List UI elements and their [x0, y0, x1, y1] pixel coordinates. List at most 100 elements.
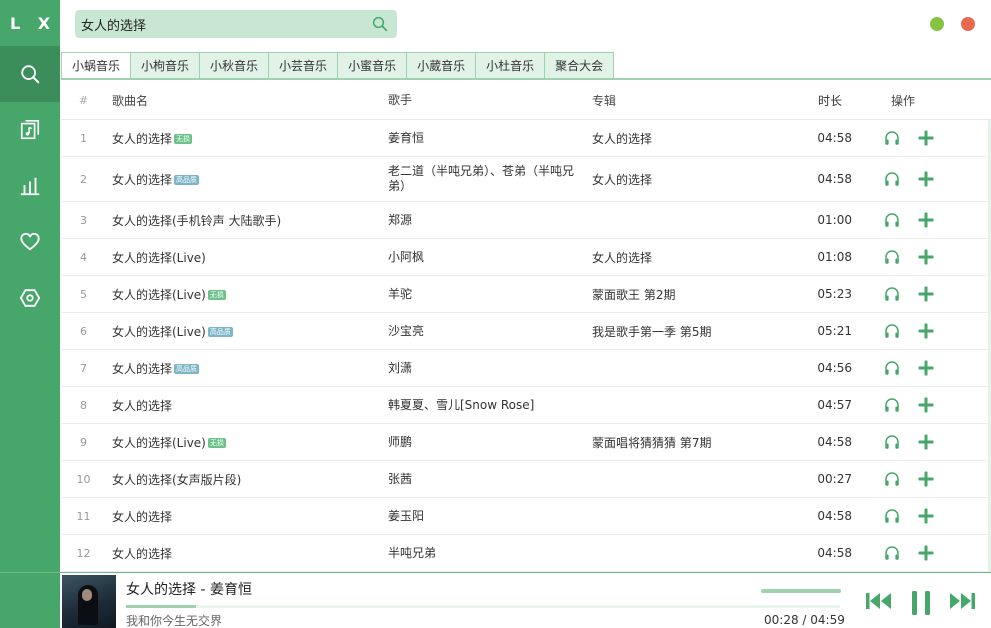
listen-button[interactable]: [882, 169, 902, 189]
song-name: 女人的选择: [112, 131, 173, 146]
prev-button[interactable]: [864, 589, 894, 613]
row-number: 8: [80, 398, 87, 412]
pause-button[interactable]: [906, 589, 936, 617]
song-name: 女人的选择(Live): [112, 287, 206, 302]
row-actions: [862, 506, 991, 526]
add-button[interactable]: [916, 543, 936, 563]
tab-source-4[interactable]: 小芸音乐: [269, 52, 339, 79]
add-button[interactable]: [916, 358, 936, 378]
listen-button[interactable]: [882, 395, 902, 415]
song-name-cell: 女人的选择(Live) 无损: [106, 434, 388, 451]
nav-song-list[interactable]: [0, 102, 60, 158]
listen-button[interactable]: [882, 432, 902, 452]
headphones-icon: [885, 131, 899, 145]
song-name: 女人的选择(Live): [112, 435, 206, 450]
duration: 04:58: [817, 172, 852, 186]
nav-leaderboard[interactable]: [0, 158, 60, 214]
song-name: 女人的选择: [112, 509, 173, 524]
table-row[interactable]: 4 女人的选择(Live) 小阿枫 女人的选择 01:08: [61, 239, 991, 276]
duration: 01:00: [817, 213, 852, 227]
table-row[interactable]: 1 女人的选择 无损 姜育恒 女人的选择 04:58: [61, 120, 991, 157]
progress-fill: [126, 605, 196, 608]
tabs-divider: [61, 78, 991, 80]
table-row[interactable]: 10 女人的选择(女声版片段) 张茜 00:27: [61, 461, 991, 498]
listen-button[interactable]: [882, 469, 902, 489]
row-number: 2: [80, 172, 87, 186]
listen-button[interactable]: [882, 247, 902, 267]
listen-button[interactable]: [882, 210, 902, 230]
source-tabs: 小蜗音乐 小枸音乐 小秋音乐 小芸音乐 小蜜音乐 小葳音乐 小杜音乐 聚合大会: [61, 52, 615, 79]
add-button[interactable]: [916, 210, 936, 230]
song-name-cell: 女人的选择 高品质: [106, 171, 388, 188]
row-actions: [862, 395, 991, 415]
table-row[interactable]: 5 女人的选择(Live) 无损 羊驼 蒙面歌王 第2期 05:23: [61, 276, 991, 313]
headphones-icon: [885, 398, 899, 412]
tab-source-7[interactable]: 小杜音乐: [476, 52, 546, 79]
album-cover[interactable]: [62, 575, 116, 628]
tab-source-3[interactable]: 小秋音乐: [200, 52, 270, 79]
listen-button[interactable]: [882, 358, 902, 378]
nav-search[interactable]: [0, 46, 60, 102]
headphones-icon: [885, 213, 899, 227]
album: 女人的选择: [592, 131, 653, 146]
headphones-icon: [885, 172, 899, 186]
row-actions: [862, 247, 991, 267]
add-button[interactable]: [916, 169, 936, 189]
add-button[interactable]: [916, 247, 936, 267]
now-playing-title: 女人的选择 - 姜育恒: [126, 582, 252, 598]
volume-slider[interactable]: [761, 589, 841, 593]
tab-source-aggregate[interactable]: 聚合大会: [545, 52, 615, 79]
chart-bars-icon: [20, 177, 40, 196]
next-button[interactable]: [947, 589, 977, 613]
table-row[interactable]: 7 女人的选择 高品质 刘潇 04:56: [61, 350, 991, 387]
duration: 04:58: [817, 435, 852, 449]
listen-button[interactable]: [882, 543, 902, 563]
add-button[interactable]: [916, 506, 936, 526]
album: 女人的选择: [592, 172, 653, 187]
headphones-icon: [885, 546, 899, 560]
duration: 05:21: [817, 324, 852, 338]
minimize-button[interactable]: [930, 17, 944, 31]
quality-badge: 无损: [174, 134, 193, 144]
song-name-cell: 女人的选择(Live) 无损: [106, 286, 388, 303]
table-row[interactable]: 3 女人的选择(手机铃声 大陆歌手) 郑源 01:00: [61, 202, 991, 239]
tab-source-6[interactable]: 小葳音乐: [407, 52, 477, 79]
duration: 04:57: [817, 398, 852, 412]
table-header: # 歌曲名 歌手 专辑 时长 操作: [61, 82, 991, 120]
singer: 韩夏夏、雪儿[Snow Rose]: [388, 397, 535, 412]
table-row[interactable]: 9 女人的选择(Live) 无损 师鹏 蒙面唱将猜猜猜 第7期 04:58: [61, 424, 991, 461]
table-row[interactable]: 12 女人的选择 半吨兄弟 04:58: [61, 535, 991, 572]
listen-button[interactable]: [882, 506, 902, 526]
play-time: 00:28 / 04:59: [764, 613, 845, 627]
listen-button[interactable]: [882, 128, 902, 148]
table-row[interactable]: 8 女人的选择 韩夏夏、雪儿[Snow Rose] 04:57: [61, 387, 991, 424]
tab-source-2[interactable]: 小枸音乐: [131, 52, 201, 79]
volume-fill: [761, 589, 841, 593]
add-button[interactable]: [916, 395, 936, 415]
table-row[interactable]: 11 女人的选择 姜玉阳 04:58: [61, 498, 991, 535]
table-row[interactable]: 2 女人的选择 高品质 老二道（半吨兄弟）、苍弟（半吨兄弟） 女人的选择 04:58: [61, 157, 991, 202]
duration: 04:56: [817, 361, 852, 375]
listen-button[interactable]: [882, 284, 902, 304]
add-button[interactable]: [916, 321, 936, 341]
add-button[interactable]: [916, 284, 936, 304]
add-button[interactable]: [916, 128, 936, 148]
progress-bar[interactable]: [126, 605, 840, 608]
header-duration: 时长: [817, 94, 842, 108]
close-button[interactable]: [961, 17, 975, 31]
player-bar: 女人的选择 - 姜育恒 我和你今生无交界 00:28 / 04:59: [0, 572, 991, 628]
nav-settings[interactable]: [0, 270, 60, 326]
add-button[interactable]: [916, 469, 936, 489]
tab-source-5[interactable]: 小蜜音乐: [338, 52, 408, 79]
lyric-line: 我和你今生无交界: [126, 614, 223, 628]
search-input[interactable]: [81, 16, 369, 32]
row-number: 9: [80, 435, 87, 449]
table-row[interactable]: 6 女人的选择(Live) 高品质 沙宝亮 我是歌手第一季 第5期 05:21: [61, 313, 991, 350]
tab-source-1[interactable]: 小蜗音乐: [61, 52, 132, 79]
player-side-strip: [0, 573, 60, 628]
listen-button[interactable]: [882, 321, 902, 341]
nav-my-list[interactable]: [0, 214, 60, 270]
search-button[interactable]: [369, 13, 391, 35]
add-button[interactable]: [916, 432, 936, 452]
song-name: 女人的选择: [112, 546, 173, 561]
